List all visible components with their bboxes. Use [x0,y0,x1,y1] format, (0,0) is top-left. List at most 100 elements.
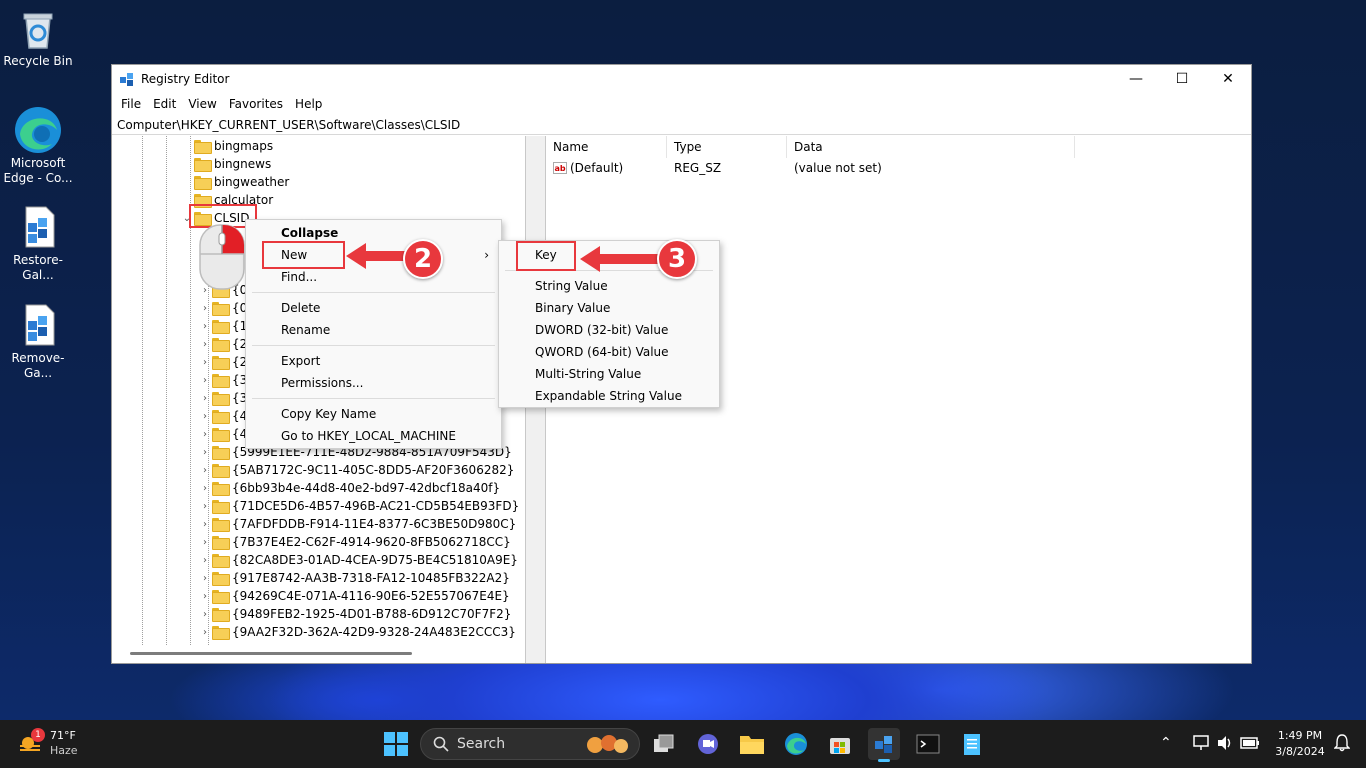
chevron-right-icon: › [484,248,489,262]
desktop-icon-label: Microsoft Edge - Co... [3,156,73,185]
minimize-button[interactable]: — [1113,65,1159,93]
menu-item-goto-hklm[interactable]: Go to HKEY_LOCAL_MACHINE [246,425,501,447]
chevron-right-icon[interactable]: › [198,429,212,440]
chevron-right-icon[interactable]: › [198,393,212,404]
chevron-right-icon[interactable]: › [198,537,212,548]
tree-item[interactable]: bingmaps [180,137,273,155]
volume-icon[interactable] [1216,734,1234,752]
network-icon[interactable] [1192,734,1210,752]
notification-bell-icon[interactable] [1334,734,1350,752]
notification-badge: 1 [31,728,45,742]
tree-item[interactable]: › {917E8742-AA3B-7318-FA12-10485FB322A2} [198,569,510,587]
horizontal-scrollbar[interactable] [130,652,412,655]
tree-item[interactable]: › {4 [198,407,247,425]
chevron-right-icon[interactable]: › [198,375,212,386]
submenu-item-qword-value[interactable]: QWORD (64-bit) Value [499,341,719,363]
tree-item[interactable]: › {1 [198,317,247,335]
registry-file-icon [25,304,55,346]
terminal-button[interactable] [912,728,944,760]
tree-item[interactable]: › {4 [198,425,247,443]
menu-item-delete[interactable]: Delete [246,297,501,319]
chevron-right-icon[interactable]: › [198,609,212,620]
chevron-right-icon[interactable]: › [198,501,212,512]
regedit-taskbar-button[interactable] [868,728,900,762]
menu-favorites[interactable]: Favorites [223,97,289,111]
close-button[interactable]: ✕ [1205,65,1251,93]
battery-icon[interactable] [1240,735,1260,751]
tree-item[interactable]: › {2 [198,353,247,371]
submenu-item-dword-value[interactable]: DWORD (32-bit) Value [499,319,719,341]
store-icon [830,738,850,754]
menu-item-permissions[interactable]: Permissions... [246,372,501,394]
submenu-item-binary-value[interactable]: Binary Value [499,297,719,319]
chevron-right-icon[interactable]: › [198,357,212,368]
tree-item[interactable]: › {7B37E4E2-C62F-4914-9620-8FB5062718CC} [198,533,511,551]
chevron-right-icon[interactable]: › [198,411,212,422]
menu-item-export[interactable]: Export [246,350,501,372]
menu-item-copy-key-name[interactable]: Copy Key Name [246,403,501,425]
start-button[interactable] [380,728,412,760]
tree-item[interactable]: › {82CA8DE3-01AD-4CEA-9D75-BE4C51810A9E} [198,551,518,569]
notepad-button[interactable] [956,728,988,760]
tree-item[interactable]: › {9AA2F32D-362A-42D9-9328-24A483E2CCC3} [198,623,516,641]
chevron-right-icon[interactable]: › [198,555,212,566]
chevron-right-icon[interactable]: › [198,465,212,476]
chevron-right-icon[interactable]: › [198,519,212,530]
desktop-icon-remove[interactable]: Remove-Ga... [0,303,76,381]
teams-button[interactable] [692,728,724,760]
file-explorer-button[interactable] [736,728,768,760]
column-header-type[interactable]: Type [667,135,787,158]
menu-edit[interactable]: Edit [147,97,182,111]
desktop-icon-edge[interactable]: Microsoft Edge - Co... [0,104,76,186]
tree-item[interactable]: › {0 [198,299,247,317]
tree-item[interactable]: › {7AFDFDDB-F914-11E4-8377-6C3BE50D980C} [198,515,516,533]
chevron-right-icon[interactable]: › [198,573,212,584]
edge-button[interactable] [780,728,812,760]
chevron-right-icon[interactable]: › [198,591,212,602]
chevron-right-icon[interactable]: › [198,303,212,314]
chevron-right-icon[interactable]: › [198,447,212,458]
chevron-right-icon[interactable]: › [198,627,212,638]
column-header-name[interactable]: Name [546,135,667,158]
tree-item[interactable]: › {3 [198,389,247,407]
value-row[interactable]: ab (Default) REG_SZ (value not set) [546,158,1251,178]
menu-help[interactable]: Help [289,97,328,111]
chevron-right-icon[interactable]: › [198,321,212,332]
tree-item[interactable]: bingweather [180,173,289,191]
address-text: Computer\HKEY_CURRENT_USER\Software\Clas… [117,117,461,132]
submenu-item-string-value[interactable]: String Value [499,275,719,297]
search-box[interactable]: Search [420,728,640,760]
title-bar[interactable]: Registry Editor — ☐ ✕ [112,65,1251,93]
menu-separator [252,345,495,346]
desktop-icon-recycle-bin[interactable]: Recycle Bin [0,10,76,69]
clock-date: 3/8/2024 [1275,745,1325,758]
tree-item[interactable]: › {6bb93b4e-44d8-40e2-bd97-42dbcf18a40f} [198,479,500,497]
folder-icon [740,736,764,754]
menu-file[interactable]: File [115,97,147,111]
menu-view[interactable]: View [182,97,222,111]
maximize-button[interactable]: ☐ [1159,65,1205,93]
clock[interactable]: 1:49 PM 3/8/2024 [1270,728,1330,760]
store-button[interactable] [824,728,856,760]
menu-item-find[interactable]: Find... [246,266,501,288]
chevron-right-icon[interactable]: › [198,483,212,494]
tree-item[interactable]: › {71DCE5D6-4B57-496B-AC21-CD5B54EB93FD} [198,497,519,515]
submenu-item-expandable-string-value[interactable]: Expandable String Value [499,385,719,407]
chevron-right-icon[interactable]: › [198,339,212,350]
tree-item[interactable]: › {5AB7172C-9C11-405C-8DD5-AF20F3606282} [198,461,514,479]
search-icon [433,736,449,752]
menu-item-rename[interactable]: Rename [246,319,501,341]
desktop-icon-restore[interactable]: Restore-Gal... [0,205,76,283]
tree-item[interactable]: › {3 [198,371,247,389]
address-bar[interactable]: Computer\HKEY_CURRENT_USER\Software\Clas… [112,115,1251,135]
tree-item[interactable]: › {9489FEB2-1925-4D01-B788-6D912C70F7F2} [198,605,511,623]
tree-item[interactable]: bingnews [180,155,271,173]
submenu-item-multi-string-value[interactable]: Multi-String Value [499,363,719,385]
weather-widget[interactable]: 1 71°F Haze [16,728,96,760]
column-header-data[interactable]: Data [787,135,1075,158]
tree-item[interactable]: › {94269C4E-071A-4116-90E6-52E557067E4E} [198,587,510,605]
tree-item[interactable]: › {2 [198,335,247,353]
chevron-up-icon[interactable]: ⌃ [1160,735,1172,751]
task-view-button[interactable] [648,728,680,760]
folder-icon [194,176,212,190]
